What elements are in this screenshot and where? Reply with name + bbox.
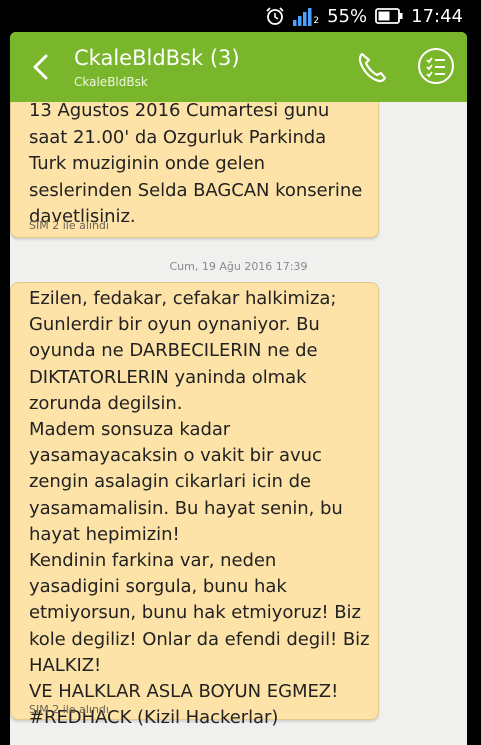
sim-received-label: SIM 2 ile alındı [29,703,109,716]
back-button[interactable] [24,48,58,86]
list-menu-icon [418,48,454,84]
message-text: 13 Agustos 2016 Cumartesi gunu saat 21.0… [29,102,363,227]
conversation-subtitle: CkaleBldBsk [74,75,148,89]
signal-bars-icon: 2 [293,6,319,26]
sim-received-label: SIM 2 ile alındı [29,219,109,232]
menu-button[interactable] [416,46,456,86]
signal-sim-number: 2 [313,16,320,26]
status-icons: 2 55% 17:44 [265,5,463,27]
clock-time: 17:44 [411,5,463,27]
back-arrow-icon [33,54,48,80]
message-text: Ezilen, fedakar, cefakar halkimiza; Gunl… [29,288,370,729]
phone-icon [358,52,387,83]
battery-icon [375,8,403,24]
battery-percent: 55% [327,5,368,27]
call-button[interactable] [356,50,388,84]
conversation-title: CkaleBldBsk (3) [74,46,240,70]
conversation-screen: CkaleBldBsk (3) CkaleBldBsk 13 Agustos 2… [10,32,467,745]
message-timestamp: Cum, 19 Ağu 2016 17:39 [169,260,308,273]
app-bar: CkaleBldBsk (3) CkaleBldBsk [10,32,467,102]
alarm-clock-icon [265,6,285,26]
message-thread[interactable]: 13 Agustos 2016 Cumartesi gunu saat 21.0… [10,102,467,745]
message-bubble[interactable]: 13 Agustos 2016 Cumartesi gunu saat 21.0… [10,102,379,238]
message-bubble[interactable]: Ezilen, fedakar, cefakar halkimiza; Gunl… [10,282,379,728]
status-bar: 2 55% 17:44 [0,0,481,32]
